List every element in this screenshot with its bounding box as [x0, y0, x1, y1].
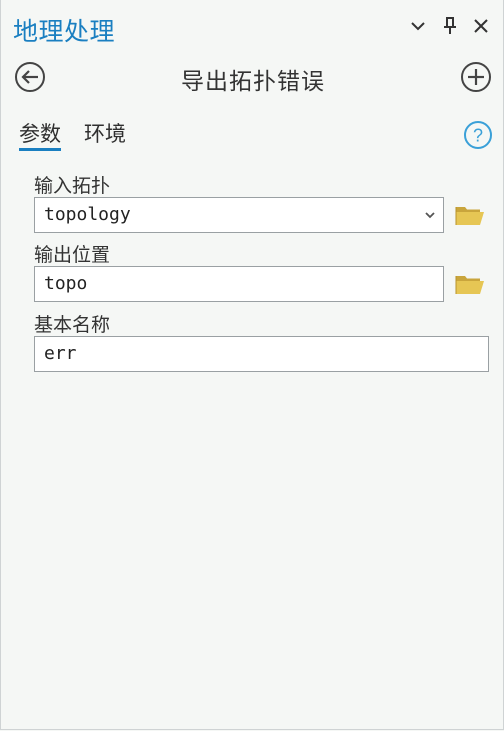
base-name-label: 基本名称	[34, 314, 111, 336]
close-button[interactable]	[469, 14, 493, 38]
folder-icon[interactable]	[453, 269, 487, 299]
pane-options-button[interactable]	[406, 14, 430, 38]
tab-environments[interactable]: 环境	[84, 118, 126, 148]
add-icon[interactable]	[460, 61, 492, 93]
geoprocessing-pane: 地理处理 导出拓扑错误 参数 环境 ? 输入拓扑 topology 输出位置 t…	[0, 0, 504, 730]
output-location-input[interactable]: topo	[34, 266, 444, 302]
close-icon	[474, 19, 488, 33]
help-icon[interactable]: ?	[463, 120, 493, 150]
tool-title: 导出拓扑错误	[181, 69, 325, 95]
tool-header: 导出拓扑错误	[1, 58, 504, 98]
input-topology-dropdown[interactable]: topology	[34, 197, 444, 233]
svg-text:?: ?	[473, 126, 483, 146]
pin-icon	[444, 17, 456, 34]
base-name-input[interactable]: err	[34, 336, 489, 372]
pin-button[interactable]	[438, 14, 462, 38]
chevron-down-icon	[411, 22, 425, 31]
tab-parameters[interactable]: 参数	[19, 118, 61, 151]
pane-titlebar: 地理处理	[1, 0, 504, 56]
output-location-label: 输出位置	[34, 244, 111, 266]
folder-icon[interactable]	[453, 200, 487, 230]
input-topology-value: topology	[44, 204, 131, 225]
base-name-value: err	[44, 343, 77, 364]
pane-title: 地理处理	[13, 17, 116, 46]
chevron-down-icon[interactable]	[423, 208, 437, 222]
input-topology-label: 输入拓扑	[34, 175, 111, 197]
output-location-value: topo	[44, 273, 88, 294]
